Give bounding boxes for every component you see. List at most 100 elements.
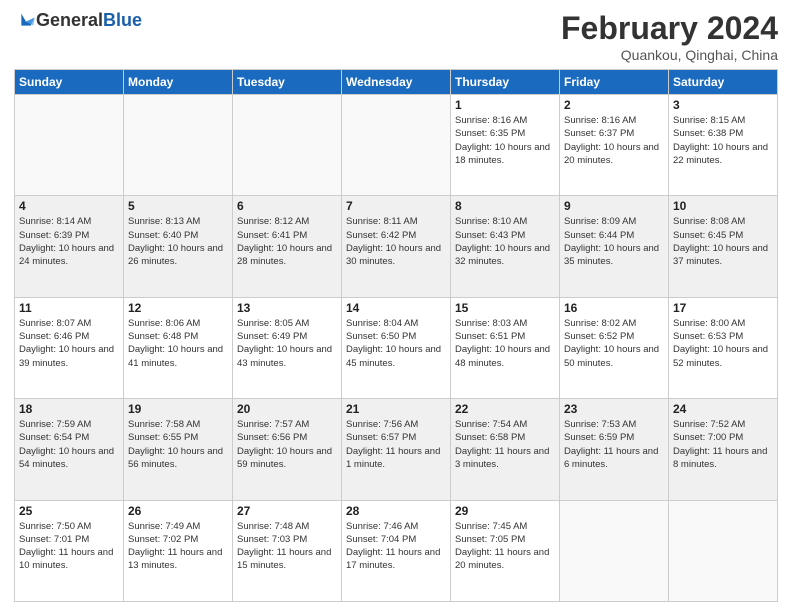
day-number: 23	[564, 402, 664, 416]
day-number: 15	[455, 301, 555, 315]
logo-blue: Blue	[103, 10, 142, 31]
col-monday: Monday	[124, 70, 233, 95]
day-number: 3	[673, 98, 773, 112]
day-number: 8	[455, 199, 555, 213]
day-number: 11	[19, 301, 119, 315]
logo-general: General	[36, 10, 103, 31]
table-row	[669, 500, 778, 601]
day-info: Sunrise: 7:48 AMSunset: 7:03 PMDaylight:…	[237, 520, 337, 573]
day-info: Sunrise: 7:49 AMSunset: 7:02 PMDaylight:…	[128, 520, 228, 573]
day-number: 7	[346, 199, 446, 213]
day-number: 19	[128, 402, 228, 416]
table-row: 7 Sunrise: 8:11 AMSunset: 6:42 PMDaylight…	[342, 196, 451, 297]
table-row: 18 Sunrise: 7:59 AMSunset: 6:54 PMDayligh…	[15, 399, 124, 500]
table-row: 20Sunrise: 7:57 AMSunset: 6:56 PMDayligh…	[233, 399, 342, 500]
table-row: 12 Sunrise: 8:06 AMSunset: 6:48 PMDayligh…	[124, 297, 233, 398]
day-info: Sunrise: 7:53 AMSunset: 6:59 PMDaylight:…	[564, 418, 664, 471]
table-row: 4 Sunrise: 8:14 AMSunset: 6:39 PMDaylight…	[15, 196, 124, 297]
day-number: 18	[19, 402, 119, 416]
day-number: 1	[455, 98, 555, 112]
col-saturday: Saturday	[669, 70, 778, 95]
day-info: Sunrise: 8:08 AMSunset: 6:45 PMDaylight:…	[673, 215, 773, 268]
table-row	[342, 95, 451, 196]
col-sunday: Sunday	[15, 70, 124, 95]
day-number: 14	[346, 301, 446, 315]
day-number: 28	[346, 504, 446, 518]
table-row: 5 Sunrise: 8:13 AMSunset: 6:40 PMDaylight…	[124, 196, 233, 297]
table-row	[560, 500, 669, 601]
logo-icon	[16, 11, 36, 31]
day-info: Sunrise: 7:59 AMSunset: 6:54 PMDaylight:…	[19, 418, 119, 471]
day-number: 10	[673, 199, 773, 213]
location: Quankou, Qinghai, China	[561, 47, 778, 63]
day-info: Sunrise: 7:56 AMSunset: 6:57 PMDaylight:…	[346, 418, 446, 471]
day-number: 24	[673, 402, 773, 416]
table-row: 27Sunrise: 7:48 AMSunset: 7:03 PMDayligh…	[233, 500, 342, 601]
day-info: Sunrise: 8:10 AMSunset: 6:43 PMDaylight:…	[455, 215, 555, 268]
day-info: Sunrise: 8:00 AMSunset: 6:53 PMDaylight:…	[673, 317, 773, 370]
table-row: 28 Sunrise: 7:46 AMSunset: 7:04 PMDayligh…	[342, 500, 451, 601]
table-row: 22Sunrise: 7:54 AMSunset: 6:58 PMDayligh…	[451, 399, 560, 500]
day-info: Sunrise: 7:45 AMSunset: 7:05 PMDaylight:…	[455, 520, 555, 573]
day-number: 26	[128, 504, 228, 518]
day-info: Sunrise: 8:03 AMSunset: 6:51 PMDaylight:…	[455, 317, 555, 370]
logo: GeneralBlue	[14, 10, 142, 31]
month-title: February 2024	[561, 10, 778, 47]
table-row	[15, 95, 124, 196]
day-info: Sunrise: 8:12 AMSunset: 6:41 PMDaylight:…	[237, 215, 337, 268]
table-row: 19 Sunrise: 7:58 AMSunset: 6:55 PMDayligh…	[124, 399, 233, 500]
calendar-week-row: 1 Sunrise: 8:16 AMSunset: 6:35 PMDaylight…	[15, 95, 778, 196]
day-info: Sunrise: 8:02 AMSunset: 6:52 PMDaylight:…	[564, 317, 664, 370]
day-info: Sunrise: 7:58 AMSunset: 6:55 PMDaylight:…	[128, 418, 228, 471]
header: GeneralBlue February 2024 Quankou, Qingh…	[14, 10, 778, 63]
day-number: 13	[237, 301, 337, 315]
calendar-week-row: 18 Sunrise: 7:59 AMSunset: 6:54 PMDayligh…	[15, 399, 778, 500]
calendar-header-row: Sunday Monday Tuesday Wednesday Thursday…	[15, 70, 778, 95]
calendar-week-row: 4 Sunrise: 8:14 AMSunset: 6:39 PMDaylight…	[15, 196, 778, 297]
col-wednesday: Wednesday	[342, 70, 451, 95]
day-number: 29	[455, 504, 555, 518]
table-row: 29 Sunrise: 7:45 AMSunset: 7:05 PMDayligh…	[451, 500, 560, 601]
day-info: Sunrise: 8:04 AMSunset: 6:50 PMDaylight:…	[346, 317, 446, 370]
table-row	[233, 95, 342, 196]
col-tuesday: Tuesday	[233, 70, 342, 95]
table-row: 24Sunrise: 7:52 AMSunset: 7:00 PMDayligh…	[669, 399, 778, 500]
table-row	[124, 95, 233, 196]
table-row: 14 Sunrise: 8:04 AMSunset: 6:50 PMDayligh…	[342, 297, 451, 398]
day-number: 12	[128, 301, 228, 315]
calendar: Sunday Monday Tuesday Wednesday Thursday…	[14, 69, 778, 602]
day-info: Sunrise: 8:16 AMSunset: 6:35 PMDaylight:…	[455, 114, 555, 167]
day-info: Sunrise: 8:16 AMSunset: 6:37 PMDaylight:…	[564, 114, 664, 167]
day-number: 9	[564, 199, 664, 213]
table-row: 11 Sunrise: 8:07 AMSunset: 6:46 PMDayligh…	[15, 297, 124, 398]
table-row: 25Sunrise: 7:50 AMSunset: 7:01 PMDayligh…	[15, 500, 124, 601]
table-row: 16 Sunrise: 8:02 AMSunset: 6:52 PMDayligh…	[560, 297, 669, 398]
col-thursday: Thursday	[451, 70, 560, 95]
page: GeneralBlue February 2024 Quankou, Qingh…	[0, 0, 792, 612]
table-row: 10 Sunrise: 8:08 AMSunset: 6:45 PMDayligh…	[669, 196, 778, 297]
day-number: 6	[237, 199, 337, 213]
day-number: 5	[128, 199, 228, 213]
table-row: 8 Sunrise: 8:10 AMSunset: 6:43 PMDaylight…	[451, 196, 560, 297]
col-friday: Friday	[560, 70, 669, 95]
calendar-week-row: 25Sunrise: 7:50 AMSunset: 7:01 PMDayligh…	[15, 500, 778, 601]
table-row: 3Sunrise: 8:15 AMSunset: 6:38 PMDaylight…	[669, 95, 778, 196]
day-info: Sunrise: 8:14 AMSunset: 6:39 PMDaylight:…	[19, 215, 119, 268]
title-block: February 2024 Quankou, Qinghai, China	[561, 10, 778, 63]
table-row: 26 Sunrise: 7:49 AMSunset: 7:02 PMDayligh…	[124, 500, 233, 601]
day-number: 16	[564, 301, 664, 315]
day-info: Sunrise: 8:05 AMSunset: 6:49 PMDaylight:…	[237, 317, 337, 370]
table-row: 13 Sunrise: 8:05 AMSunset: 6:49 PMDayligh…	[233, 297, 342, 398]
day-info: Sunrise: 8:13 AMSunset: 6:40 PMDaylight:…	[128, 215, 228, 268]
day-info: Sunrise: 8:09 AMSunset: 6:44 PMDaylight:…	[564, 215, 664, 268]
day-info: Sunrise: 8:11 AMSunset: 6:42 PMDaylight:…	[346, 215, 446, 268]
day-info: Sunrise: 8:06 AMSunset: 6:48 PMDaylight:…	[128, 317, 228, 370]
day-number: 22	[455, 402, 555, 416]
calendar-week-row: 11 Sunrise: 8:07 AMSunset: 6:46 PMDayligh…	[15, 297, 778, 398]
day-info: Sunrise: 8:07 AMSunset: 6:46 PMDaylight:…	[19, 317, 119, 370]
day-number: 25	[19, 504, 119, 518]
day-number: 4	[19, 199, 119, 213]
day-info: Sunrise: 7:46 AMSunset: 7:04 PMDaylight:…	[346, 520, 446, 573]
day-number: 2	[564, 98, 664, 112]
table-row: 15 Sunrise: 8:03 AMSunset: 6:51 PMDayligh…	[451, 297, 560, 398]
